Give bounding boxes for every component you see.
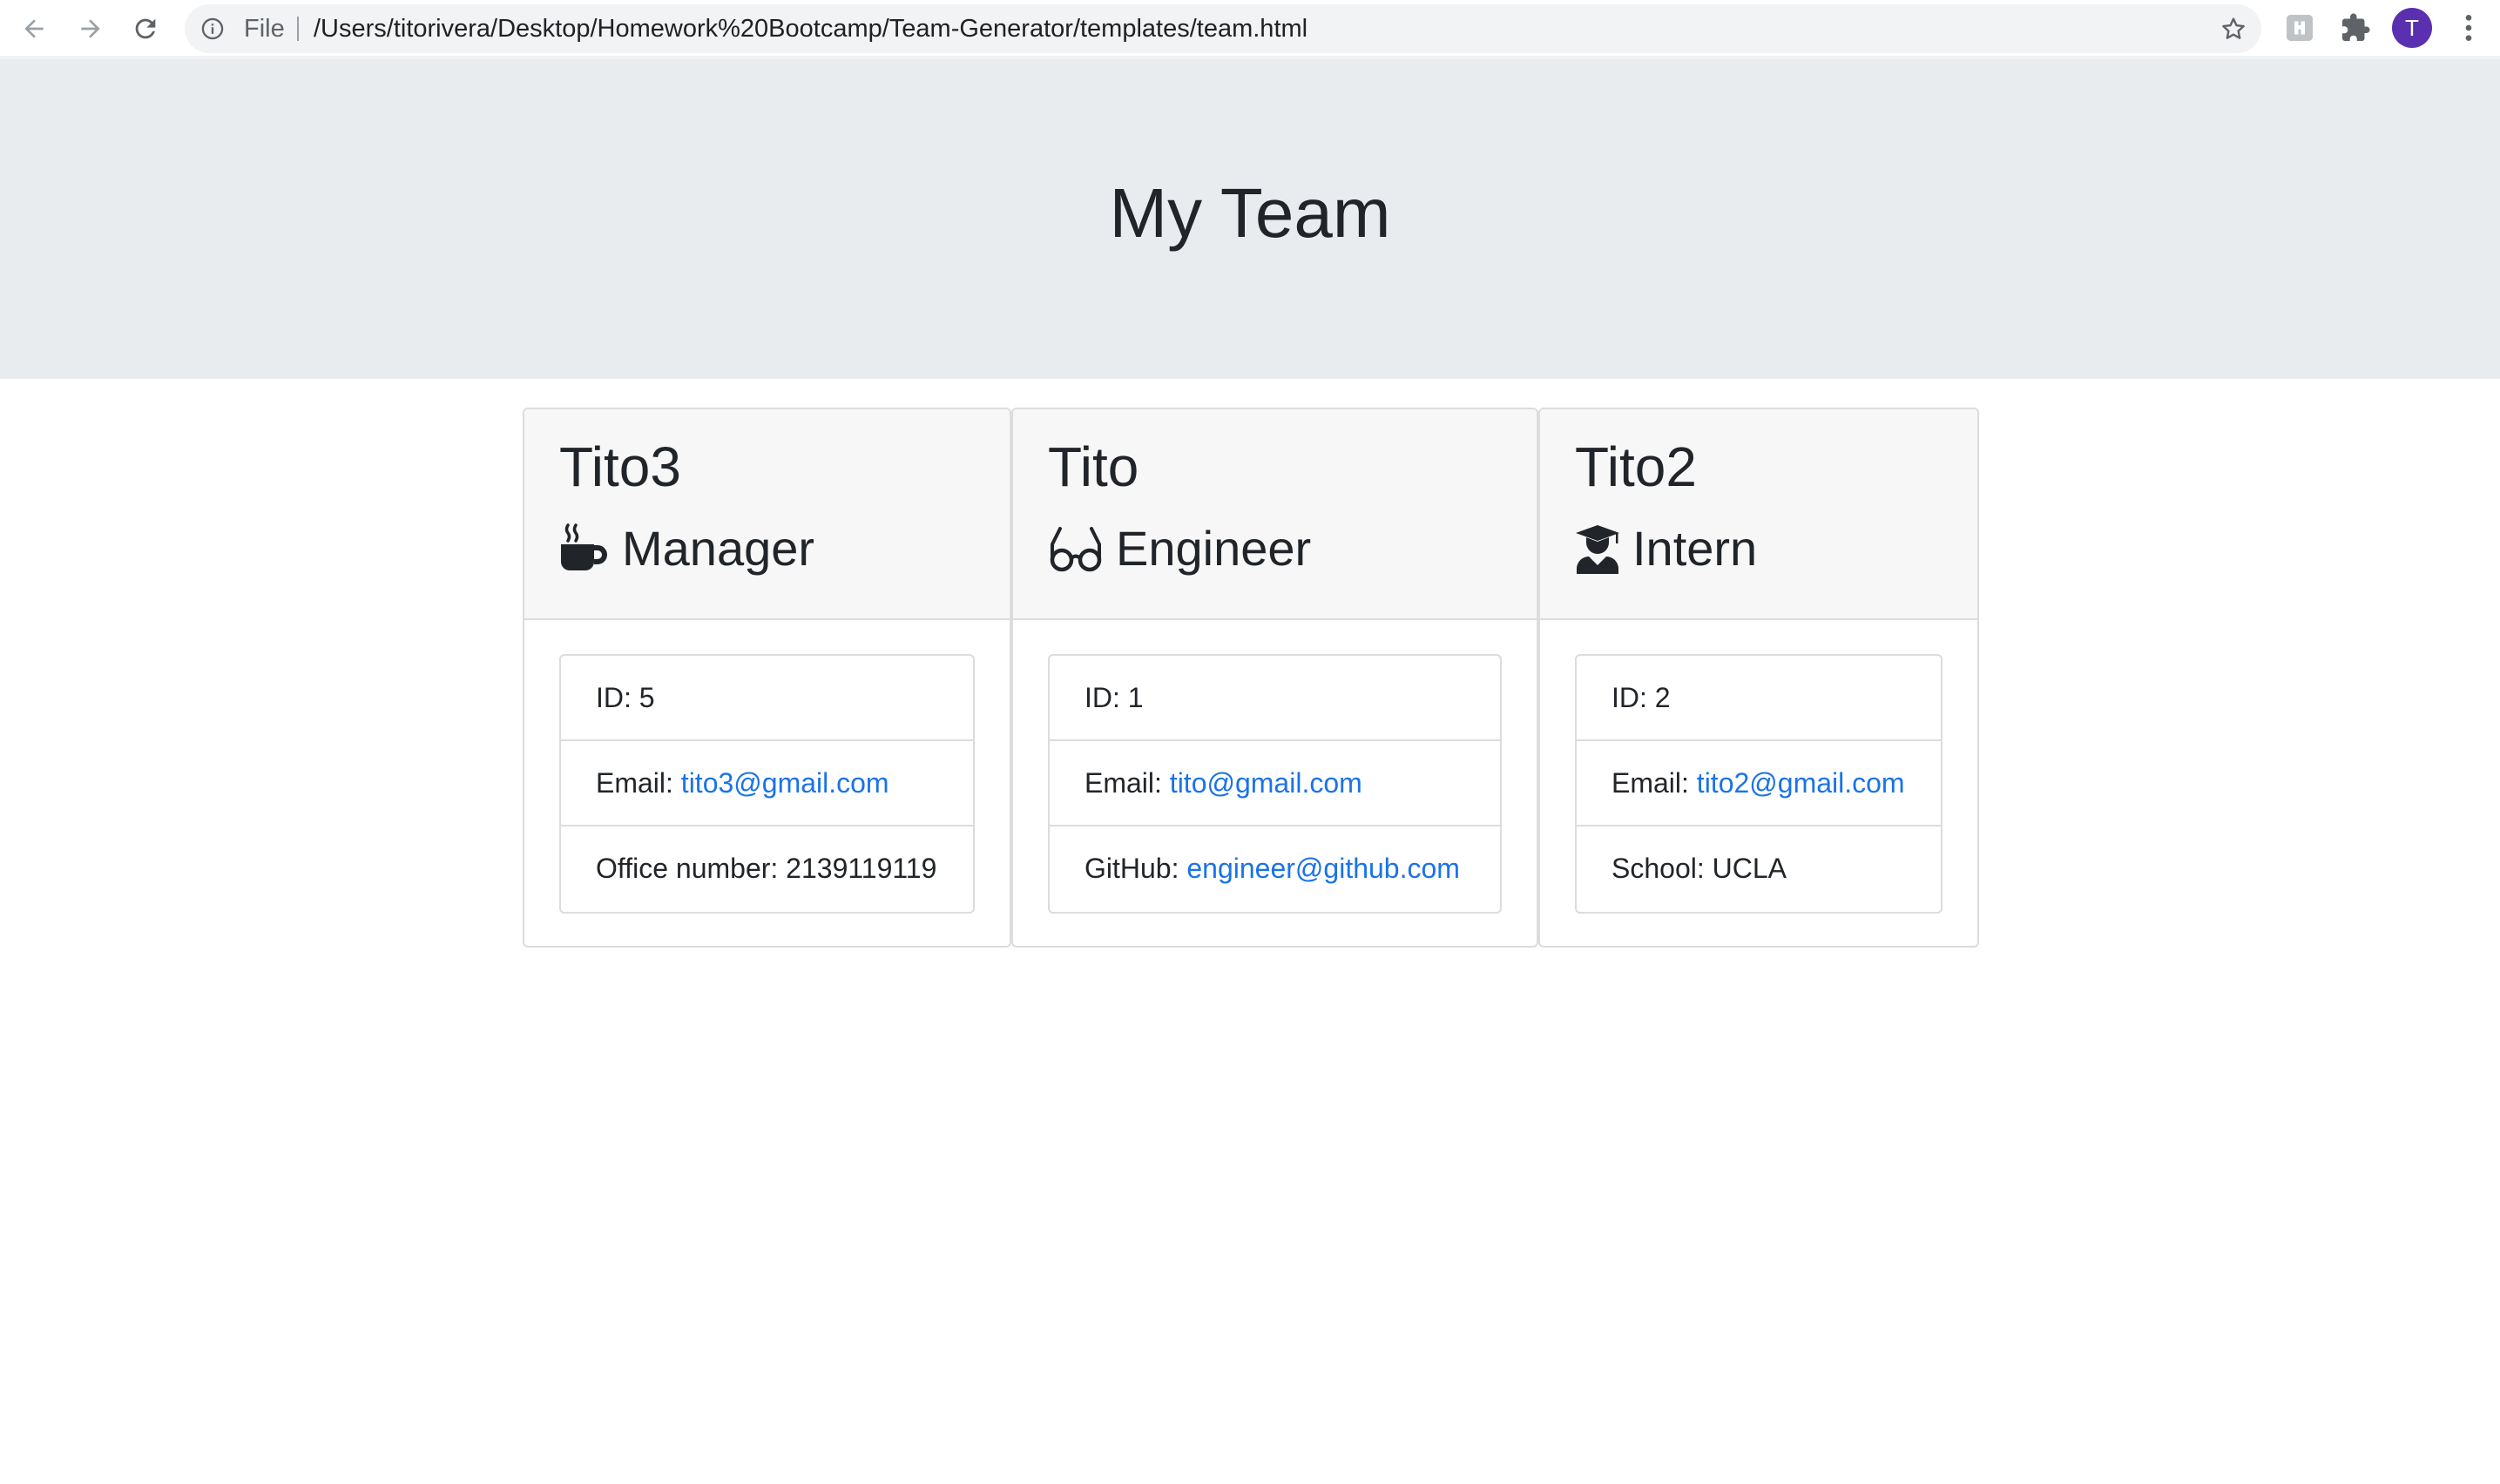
id-value: 2	[1654, 682, 1671, 713]
back-arrow-icon	[24, 19, 44, 38]
browser-toolbar: File /Users/titorivera/Desktop/Homework%…	[0, 0, 2500, 57]
email-label: Email:	[1084, 767, 1170, 799]
school-value: UCLA	[1712, 853, 1787, 884]
employee-name: Tito2	[1575, 435, 1697, 498]
url-scheme: File	[244, 15, 285, 43]
employee-details-list: ID: 2 Email: tito2@gmail.com School: UCL…	[1575, 654, 1943, 914]
github-item: GitHub: engineer@github.com	[1050, 826, 1500, 912]
email-item: Email: tito3@gmail.com	[561, 741, 973, 826]
glasses-icon	[1048, 523, 1104, 574]
reload-icon	[135, 18, 156, 39]
extension-icon[interactable]	[2284, 12, 2315, 44]
employee-details-list: ID: 1 Email: tito@gmail.com GitHub: engi…	[1048, 654, 1502, 914]
email-label: Email:	[1611, 767, 1697, 799]
id-item: ID: 2	[1577, 656, 1941, 741]
page-header: My Team	[0, 58, 2500, 379]
profile-avatar[interactable]: T	[2392, 8, 2432, 48]
employee-card-manager: Tito3 Manager ID: 5 Email: tito3@gmail.c…	[523, 408, 1011, 948]
github-label: GitHub:	[1084, 853, 1187, 884]
role-label: Intern	[1632, 521, 1758, 576]
employee-role: Intern	[1575, 514, 1757, 583]
id-label: ID:	[596, 682, 639, 713]
school-item: School: UCLA	[1577, 826, 1941, 912]
url-text[interactable]: /Users/titorivera/Desktop/Homework%20Boo…	[314, 4, 1307, 53]
puzzle-icon[interactable]	[2340, 12, 2371, 44]
employee-card-engineer: Tito Engineer ID: 1 Email: tito@gmail.co…	[1011, 408, 1538, 948]
email-item: Email: tito2@gmail.com	[1577, 741, 1941, 826]
email-link[interactable]: tito2@gmail.com	[1697, 767, 1905, 799]
office-number-label: Office number:	[596, 853, 787, 884]
email-item: Email: tito@gmail.com	[1050, 741, 1500, 826]
school-label: School:	[1611, 853, 1713, 884]
employee-role: Engineer	[1048, 514, 1311, 583]
back-button[interactable]	[13, 8, 55, 50]
employee-name: Tito3	[559, 435, 681, 498]
employee-role: Manager	[559, 514, 814, 583]
id-value: 5	[639, 682, 655, 713]
employee-name: Tito	[1048, 435, 1139, 498]
id-value: 1	[1127, 682, 1144, 713]
id-label: ID:	[1084, 682, 1128, 713]
forward-button[interactable]	[70, 8, 111, 50]
employee-card-intern: Tito2 Intern ID: 2 Email: tito2@gmail.co…	[1538, 408, 1979, 948]
office-number-value: 2139119119	[786, 853, 937, 884]
card-header: Tito3 Manager	[524, 409, 1010, 620]
id-item: ID: 5	[561, 656, 973, 741]
reload-button[interactable]	[125, 8, 166, 50]
email-link[interactable]: tito@gmail.com	[1170, 767, 1362, 799]
email-label: Email:	[596, 767, 681, 799]
coffee-mug-icon	[559, 523, 610, 574]
email-link[interactable]: tito3@gmail.com	[681, 767, 889, 799]
github-link[interactable]: engineer@github.com	[1186, 853, 1460, 884]
card-header: Tito2 Intern	[1540, 409, 1977, 620]
card-header: Tito Engineer	[1013, 409, 1537, 620]
more-vert-icon[interactable]	[2451, 10, 2486, 45]
id-item: ID: 1	[1050, 656, 1500, 741]
forward-arrow-icon	[81, 19, 100, 38]
page-title: My Team	[1109, 174, 1391, 252]
id-label: ID:	[1611, 682, 1655, 713]
url-separator	[297, 17, 299, 41]
office-number-item: Office number: 2139119119	[561, 826, 973, 912]
info-icon[interactable]	[200, 17, 225, 41]
address-bar[interactable]: File /Users/titorivera/Desktop/Homework%…	[185, 4, 2261, 53]
employee-details-list: ID: 5 Email: tito3@gmail.com Office numb…	[559, 654, 975, 914]
role-label: Manager	[622, 521, 815, 576]
graduate-icon	[1575, 523, 1620, 574]
role-label: Engineer	[1116, 521, 1312, 576]
star-icon[interactable]	[2220, 15, 2247, 43]
